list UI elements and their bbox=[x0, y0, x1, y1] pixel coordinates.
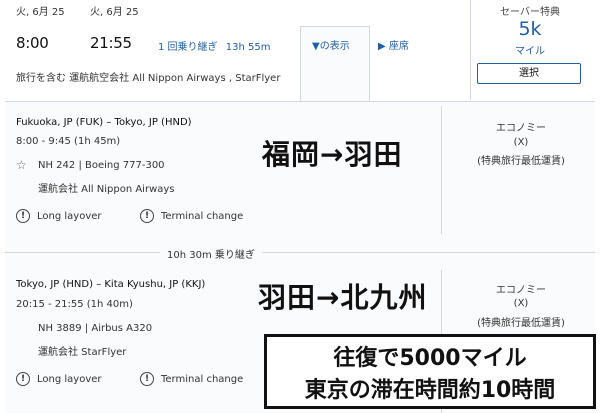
duration: 13h 55m bbox=[225, 42, 271, 53]
select-button[interactable]: 選択 bbox=[477, 63, 581, 84]
note-box: 往復で5000マイル 東京の滞在時間約10時間 bbox=[264, 334, 596, 409]
layover-label: 10h 30m 乗り継ぎ bbox=[167, 250, 255, 261]
fare-code: (X) bbox=[513, 137, 529, 148]
segment-overlay-label: 羽田→北九州 bbox=[258, 281, 428, 314]
exclamation-circle-icon: ! bbox=[16, 372, 30, 386]
depart-date: 火, 6月 25 bbox=[16, 7, 65, 18]
fare-code: (X) bbox=[513, 298, 529, 309]
exclamation-circle-icon: ! bbox=[140, 209, 154, 223]
depart-time: 8:00 bbox=[16, 34, 49, 52]
alert-terminal-change[interactable]: Terminal change bbox=[161, 374, 243, 385]
divider bbox=[369, 26, 370, 104]
segment-operator: 運航会社 All Nippon Airways bbox=[38, 184, 175, 195]
segment-route: Tokyo, JP (HND) – Kita Kyushu, JP (KKJ) bbox=[16, 279, 206, 290]
alert-long-layover[interactable]: Long layover bbox=[37, 374, 102, 385]
fare-unit: マイル bbox=[515, 46, 545, 57]
arrive-time: 21:55 bbox=[90, 34, 132, 52]
segment-route: Fukuoka, JP (FUK) – Tokyo, JP (HND) bbox=[16, 117, 192, 128]
segment-flight: NH 242 | Boeing 777-300 bbox=[38, 160, 165, 171]
fare-amount: 5k bbox=[518, 18, 542, 40]
star-icon[interactable]: ☆ bbox=[16, 158, 27, 172]
operated-by: 旅行を含む 運航航空会社 All Nippon Airways , StarFl… bbox=[16, 73, 281, 84]
fare-type: (特典旅行最低運賃) bbox=[477, 318, 565, 329]
cabin-class: エコノミー bbox=[496, 123, 546, 134]
segment-time: 8:00 - 9:45 (1h 45m) bbox=[16, 136, 121, 147]
cabin-class: エコノミー bbox=[496, 285, 546, 296]
divider bbox=[5, 252, 160, 253]
segment-time: 20:15 - 21:55 (1h 40m) bbox=[16, 299, 133, 310]
note-line-2: 東京の滞在時間約10時間 bbox=[304, 378, 556, 403]
alert-terminal-change[interactable]: Terminal change bbox=[161, 211, 243, 222]
exclamation-circle-icon: ! bbox=[140, 372, 154, 386]
exclamation-circle-icon: ! bbox=[16, 209, 30, 223]
divider bbox=[470, 0, 471, 100]
fare-type: (特典旅行最低運賃) bbox=[477, 156, 565, 167]
segment-overlay-label: 福岡→羽田 bbox=[262, 138, 403, 171]
segment-operator: 運航会社 StarFlyer bbox=[38, 347, 127, 358]
divider bbox=[262, 252, 595, 253]
seats-toggle[interactable]: ▶ 座席 bbox=[378, 37, 409, 52]
fare-name: セーバー特典 bbox=[500, 7, 560, 18]
arrive-date: 火, 6月 25 bbox=[90, 7, 139, 18]
stops-info[interactable]: 1 回乗り継ぎ 13h 55m bbox=[158, 38, 270, 53]
details-toggle[interactable]: ▼の表示 bbox=[312, 37, 350, 52]
stops-link[interactable]: 1 回乗り継ぎ bbox=[158, 42, 218, 53]
alert-long-layover[interactable]: Long layover bbox=[37, 211, 102, 222]
segment-flight: NH 3889 | Airbus A320 bbox=[38, 323, 153, 334]
note-line-1: 往復で5000マイル bbox=[333, 346, 527, 371]
